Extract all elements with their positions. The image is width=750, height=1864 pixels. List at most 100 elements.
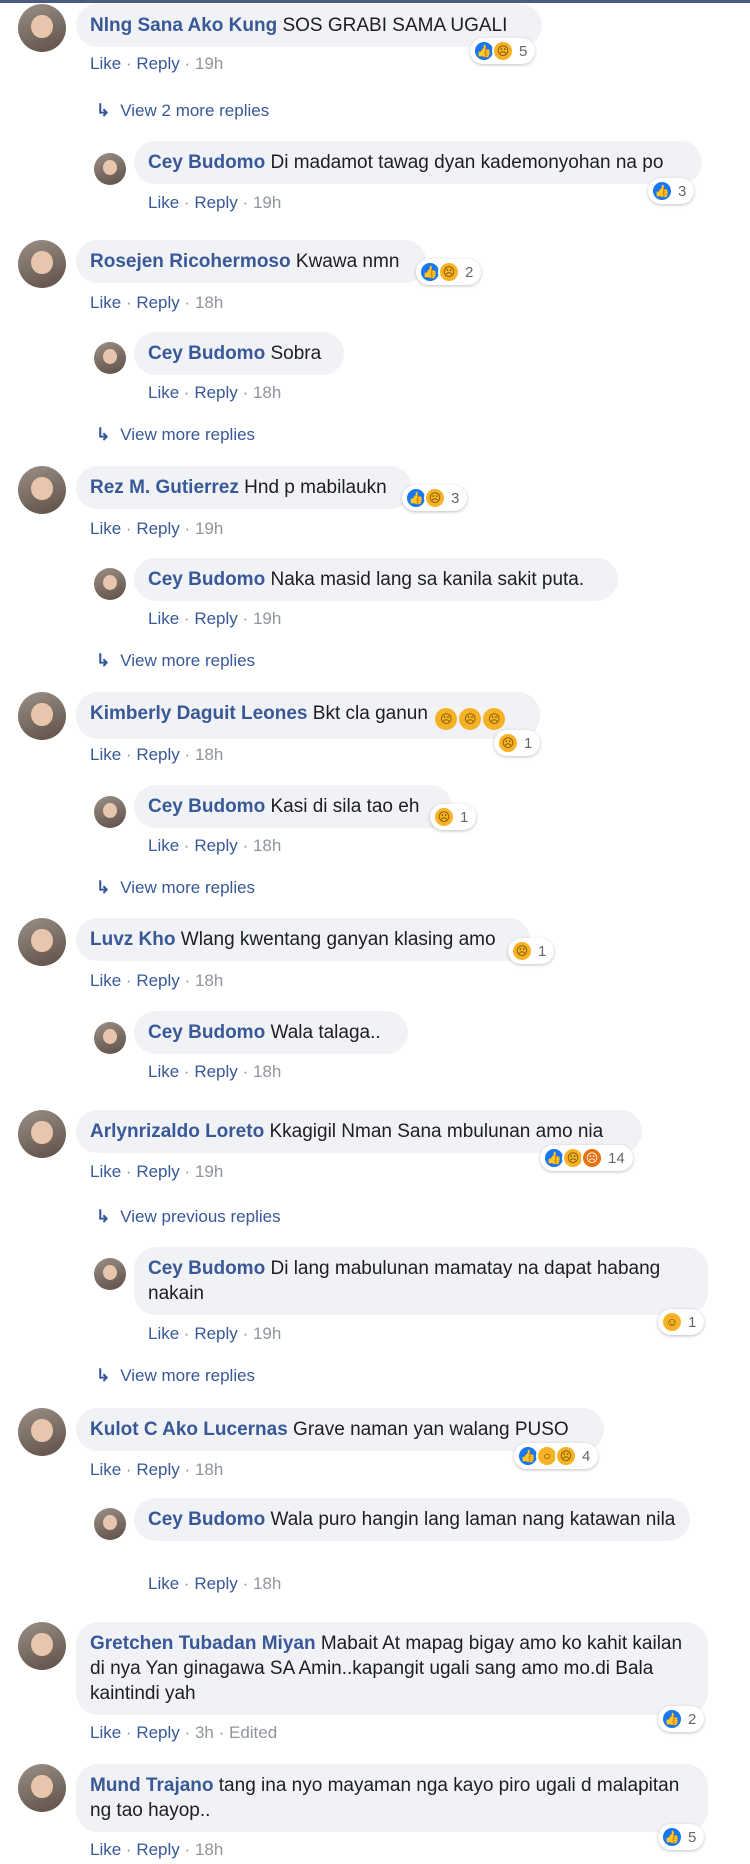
like-link[interactable]: Like — [148, 1062, 179, 1081]
timestamp[interactable]: 18h — [253, 836, 281, 855]
reply-link[interactable]: Reply — [194, 1062, 237, 1081]
avatar[interactable] — [18, 240, 66, 288]
avatar[interactable] — [94, 1022, 126, 1054]
timestamp[interactable]: 18h — [253, 1062, 281, 1081]
avatar[interactable] — [18, 918, 66, 966]
reaction-summary[interactable]: ☺ 1 — [658, 1309, 705, 1335]
view-replies-link[interactable]: ↳ View more replies — [96, 1366, 255, 1386]
avatar[interactable] — [94, 153, 126, 185]
like-link[interactable]: Like — [148, 836, 179, 855]
avatar[interactable] — [18, 4, 66, 52]
like-link[interactable]: Like — [148, 1324, 179, 1343]
reaction-summary[interactable]: ☹ 1 — [430, 804, 477, 830]
reaction-summary[interactable]: 👍 2 — [658, 1706, 705, 1732]
edited-label[interactable]: · Edited — [219, 1723, 278, 1742]
reply-link[interactable]: Reply — [194, 836, 237, 855]
timestamp[interactable]: 19h — [253, 193, 281, 212]
like-link[interactable]: Like — [148, 1574, 179, 1593]
avatar[interactable] — [18, 466, 66, 514]
like-link[interactable]: Like — [90, 745, 121, 764]
commenter-name[interactable]: Arlynrizaldo Loreto — [90, 1121, 264, 1142]
timestamp[interactable]: 18h — [195, 971, 223, 990]
reaction-summary[interactable]: 👍 ☹ 3 — [402, 485, 468, 511]
commenter-name[interactable]: Mund Trajano — [90, 1775, 214, 1796]
reply-link[interactable]: Reply — [194, 1324, 237, 1343]
timestamp[interactable]: 19h — [195, 1162, 223, 1181]
reaction-summary[interactable]: 👍 ○ ☹ 4 — [514, 1443, 599, 1469]
reply-link[interactable]: Reply — [194, 383, 237, 402]
view-replies-link[interactable]: ↳ View 2 more replies — [96, 101, 269, 121]
commenter-name[interactable]: Cey Budomo — [148, 343, 265, 364]
reply-link[interactable]: Reply — [136, 293, 179, 312]
reply-link[interactable]: Reply — [194, 1574, 237, 1593]
timestamp[interactable]: 18h — [195, 293, 223, 312]
reaction-summary[interactable]: 👍 3 — [648, 178, 695, 204]
view-replies-link[interactable]: ↳ View more replies — [96, 878, 255, 898]
like-link[interactable]: Like — [90, 519, 121, 538]
reaction-summary[interactable]: ☹ 1 — [494, 730, 541, 756]
avatar[interactable] — [94, 568, 126, 600]
view-replies-link[interactable]: ↳ View more replies — [96, 425, 255, 445]
view-replies-link[interactable]: ↳ View more replies — [96, 651, 255, 671]
reply-link[interactable]: Reply — [194, 193, 237, 212]
timestamp[interactable]: 19h — [195, 519, 223, 538]
commenter-name[interactable]: Kulot C Ako Lucernas — [90, 1419, 288, 1440]
timestamp[interactable]: 18h — [195, 1840, 223, 1859]
avatar[interactable] — [18, 1110, 66, 1158]
like-link[interactable]: Like — [90, 54, 121, 73]
commenter-name[interactable]: Nlng Sana Ako Kung — [90, 15, 277, 36]
timestamp[interactable]: 18h — [195, 745, 223, 764]
reaction-summary[interactable]: 👍 ☹ ☹ 14 — [540, 1145, 633, 1171]
like-link[interactable]: Like — [90, 1460, 121, 1479]
like-link[interactable]: Like — [148, 609, 179, 628]
commenter-name[interactable]: Cey Budomo — [148, 569, 265, 590]
timestamp[interactable]: 18h — [253, 383, 281, 402]
reply-link[interactable]: Reply — [136, 54, 179, 73]
reaction-summary[interactable]: ☹ 1 — [508, 938, 555, 964]
reaction-summary[interactable]: 👍 ☹ 2 — [416, 259, 482, 285]
reply-link[interactable]: Reply — [136, 1723, 179, 1742]
like-link[interactable]: Like — [148, 193, 179, 212]
timestamp[interactable]: 3h — [195, 1723, 214, 1742]
commenter-name[interactable]: Cey Budomo — [148, 1258, 265, 1279]
like-link[interactable]: Like — [90, 1840, 121, 1859]
avatar[interactable] — [94, 342, 126, 374]
commenter-name[interactable]: Gretchen Tubadan Miyan — [90, 1633, 316, 1654]
avatar[interactable] — [18, 1408, 66, 1456]
reply-link[interactable]: Reply — [136, 745, 179, 764]
reply-link[interactable]: Reply — [136, 1162, 179, 1181]
like-link[interactable]: Like — [90, 1723, 121, 1742]
commenter-name[interactable]: Rez M. Gutierrez — [90, 477, 239, 498]
like-link[interactable]: Like — [90, 1162, 121, 1181]
commenter-name[interactable]: Cey Budomo — [148, 1509, 265, 1530]
reaction-count: 1 — [524, 734, 533, 752]
commenter-name[interactable]: Rosejen Ricohermoso — [90, 251, 291, 272]
commenter-name[interactable]: Cey Budomo — [148, 1022, 265, 1043]
reaction-summary[interactable]: 👍 ☹ 5 — [470, 38, 536, 64]
avatar[interactable] — [18, 1622, 66, 1670]
commenter-name[interactable]: Cey Budomo — [148, 152, 265, 173]
like-link[interactable]: Like — [148, 383, 179, 402]
commenter-name[interactable]: Cey Budomo — [148, 796, 265, 817]
timestamp[interactable]: 18h — [195, 1460, 223, 1479]
commenter-name[interactable]: Luvz Kho — [90, 929, 176, 950]
reply-link[interactable]: Reply — [136, 1460, 179, 1479]
timestamp[interactable]: 19h — [253, 609, 281, 628]
reply-link[interactable]: Reply — [136, 971, 179, 990]
like-link[interactable]: Like — [90, 293, 121, 312]
avatar[interactable] — [94, 1258, 126, 1290]
like-link[interactable]: Like — [90, 971, 121, 990]
timestamp[interactable]: 19h — [253, 1324, 281, 1343]
reply-link[interactable]: Reply — [194, 609, 237, 628]
avatar[interactable] — [18, 692, 66, 740]
timestamp[interactable]: 19h — [195, 54, 223, 73]
reaction-summary[interactable]: 👍 5 — [658, 1824, 705, 1850]
avatar[interactable] — [94, 796, 126, 828]
avatar[interactable] — [18, 1764, 66, 1812]
timestamp[interactable]: 18h — [253, 1574, 281, 1593]
reply-link[interactable]: Reply — [136, 519, 179, 538]
view-previous-replies-link[interactable]: ↳ View previous replies — [96, 1207, 281, 1227]
reply-link[interactable]: Reply — [136, 1840, 179, 1859]
avatar[interactable] — [94, 1508, 126, 1540]
commenter-name[interactable]: Kimberly Daguit Leones — [90, 703, 308, 724]
